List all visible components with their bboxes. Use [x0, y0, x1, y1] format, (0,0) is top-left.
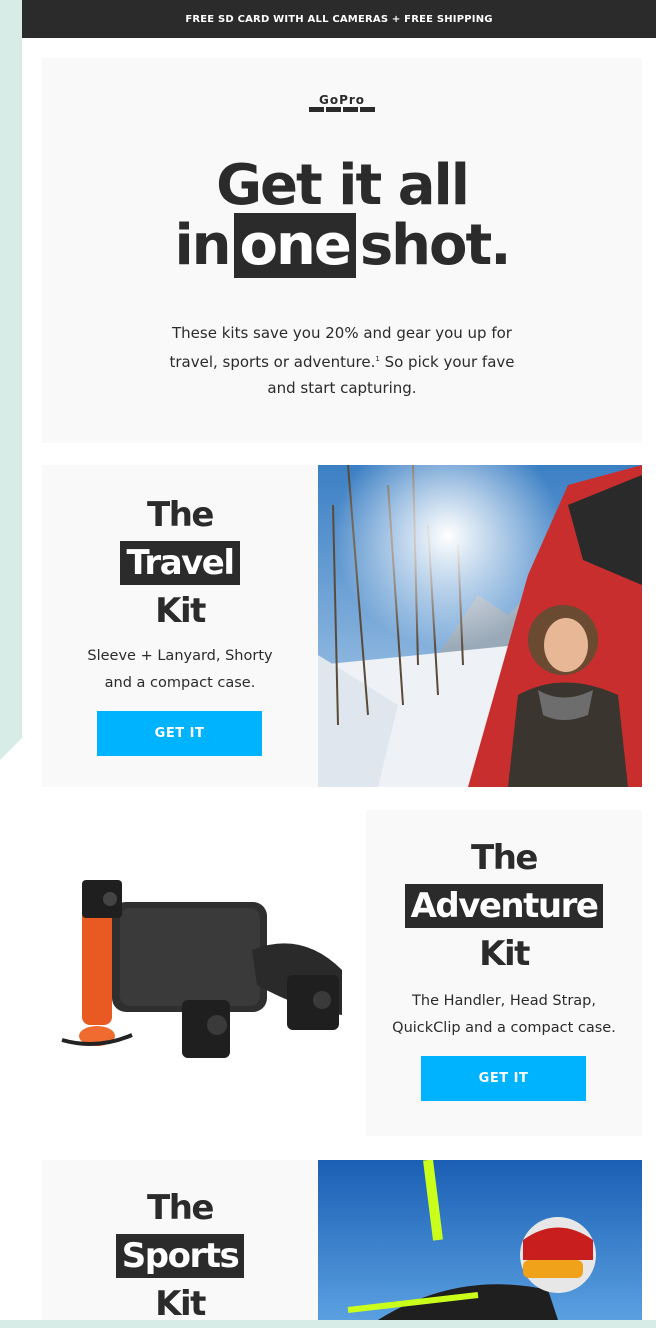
headline-line-2: in one shot. — [42, 213, 642, 278]
kit-title-kit: Kit — [155, 591, 206, 631]
kit-title-kit: Kit — [155, 1284, 206, 1324]
hero-copy-line-2: travel, sports or adventure.1 So pick yo… — [137, 346, 547, 375]
kit-title-name: Sports — [115, 1234, 245, 1278]
headline-highlight: one — [233, 213, 356, 278]
kit-title-the: The — [471, 838, 538, 878]
sports-kit-panel: The Sports Kit — [42, 1160, 318, 1324]
kit-desc-line-2: QuickClip and a compact case. — [392, 1020, 616, 1036]
kit-desc-line-2: and a compact case. — [104, 675, 256, 691]
adventure-kit-photo[interactable] — [42, 810, 366, 1136]
sports-kit-photo[interactable] — [318, 1160, 642, 1320]
travel-kit-panel: The Travel Kit Sleeve + Lanyard, Shorty … — [42, 465, 318, 787]
button-label: GET IT — [478, 1071, 529, 1086]
headline-post: shot. — [359, 213, 512, 278]
adventure-kit-panel: The Adventure Kit The Handler, Head Stra… — [366, 810, 642, 1136]
travel-kit-title: The Travel Kit — [42, 491, 318, 635]
kit-desc-line-1: The Handler, Head Strap, — [412, 993, 596, 1009]
logo-wordmark: GoPro — [318, 93, 366, 107]
adventure-kit-description: The Handler, Head Strap, QuickClip and a… — [366, 988, 642, 1042]
kit-title-kit: Kit — [479, 934, 530, 974]
travel-photo-image — [318, 465, 642, 787]
kit-title-the: The — [147, 495, 214, 535]
kit-title-name: Adventure — [404, 884, 604, 928]
adventure-photo-image — [61, 880, 342, 1058]
hero-section: GoPro Get it all in one shot. These kits s… — [42, 58, 642, 443]
hero-copy-line-2b: So pick your fave — [379, 353, 515, 371]
adventure-kit-get-it-button[interactable]: GET IT — [421, 1056, 586, 1101]
promo-banner[interactable]: FREE SD CARD WITH ALL CAMERAS + FREE SHI… — [22, 0, 656, 38]
promo-banner-text: FREE SD CARD WITH ALL CAMERAS + FREE SHI… — [185, 13, 493, 25]
hero-copy-line-3: and start capturing. — [267, 379, 417, 397]
sports-photo-image — [318, 1160, 642, 1320]
gopro-logo[interactable]: GoPro — [42, 94, 642, 112]
kit-title-the: The — [147, 1188, 214, 1228]
kit-desc-line-1: Sleeve + Lanyard, Shorty — [87, 648, 273, 664]
hero-copy: These kits save you 20% and gear you up … — [137, 320, 547, 401]
hero-copy-line-1: These kits save you 20% and gear you up … — [172, 324, 512, 342]
travel-kit-description: Sleeve + Lanyard, Shorty and a compact c… — [42, 643, 318, 697]
logo-blocks-icon — [42, 107, 642, 112]
hero-copy-line-2a: travel, sports or adventure. — [169, 353, 376, 371]
kit-title-name: Travel — [120, 541, 240, 585]
adventure-kit-title: The Adventure Kit — [366, 834, 642, 978]
hero-headline: Get it all in one shot. — [42, 153, 642, 278]
headline-line-1: Get it all — [216, 153, 470, 218]
travel-kit-get-it-button[interactable]: GET IT — [97, 711, 262, 756]
button-label: GET IT — [154, 726, 205, 741]
travel-kit-photo[interactable] — [318, 465, 642, 787]
sports-kit-title: The Sports Kit — [42, 1184, 318, 1328]
headline-pre: in — [174, 213, 231, 278]
